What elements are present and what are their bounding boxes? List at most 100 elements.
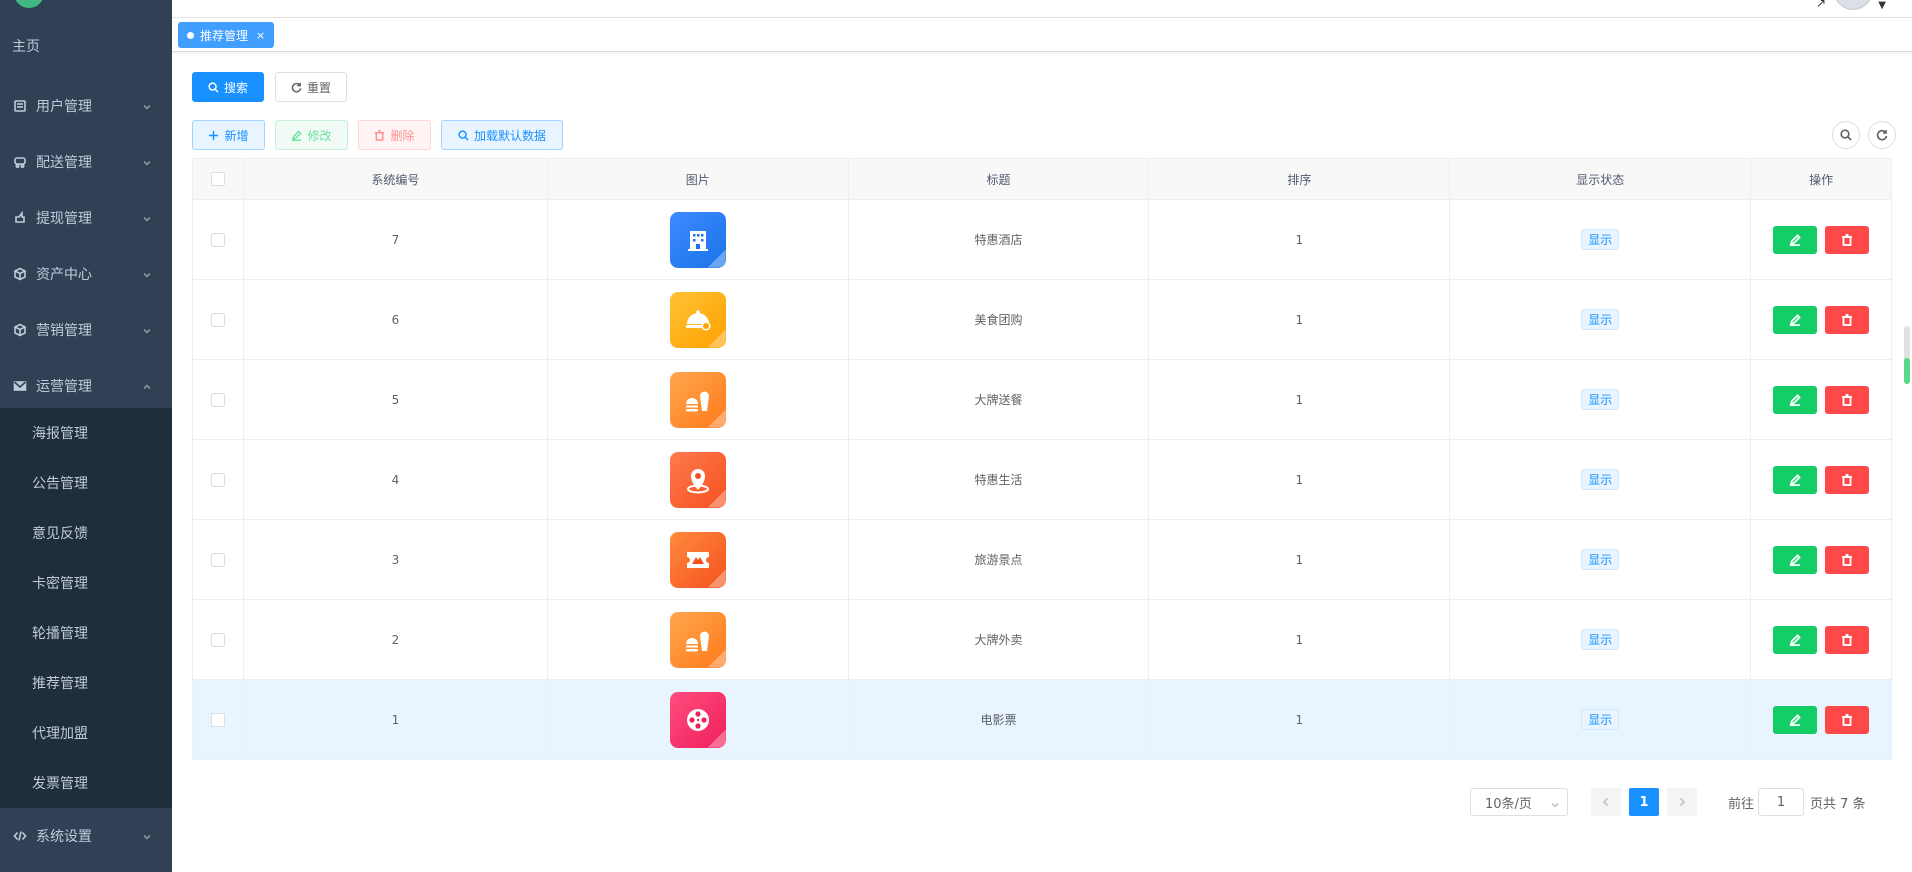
title-cell: 特惠生活 bbox=[848, 440, 1150, 520]
close-icon[interactable]: × bbox=[256, 29, 265, 42]
sidebar-item-label: 配送管理 bbox=[36, 155, 92, 171]
prev-page-button[interactable] bbox=[1591, 788, 1621, 816]
submenu-item[interactable]: 发票管理 bbox=[0, 758, 172, 808]
sidebar: 主页 用户管理配送管理提现管理 资产中心 营销管理 运营管理系统设置 海报管理 公告管理… bbox=[0, 0, 172, 872]
reset-button[interactable]: 重置 bbox=[275, 72, 347, 102]
refresh-button[interactable] bbox=[1868, 121, 1896, 149]
submenu-item[interactable]: 公告管理 bbox=[0, 458, 172, 508]
id-cell: 7 bbox=[243, 200, 548, 280]
table-row[interactable]: 1 电影票 1 显示 bbox=[193, 680, 1893, 760]
row-checkbox[interactable] bbox=[210, 632, 225, 647]
row-delete-button[interactable] bbox=[1825, 545, 1870, 574]
search-icon bbox=[458, 129, 469, 141]
column-header: 系统编号 bbox=[243, 159, 548, 200]
select-cell bbox=[193, 680, 244, 760]
avatar[interactable] bbox=[1834, 0, 1872, 10]
search-button[interactable]: 搜索 bbox=[192, 72, 264, 102]
tag-recommend[interactable]: 推荐管理 × bbox=[178, 22, 275, 48]
submenu-item[interactable]: 代理加盟 bbox=[0, 708, 172, 758]
navbar: ↗ ▼ bbox=[172, 0, 1912, 18]
scrollbar-thumb[interactable] bbox=[1904, 326, 1910, 384]
row-checkbox[interactable] bbox=[210, 312, 225, 327]
status-badge: 显示 bbox=[1581, 549, 1620, 570]
title-cell: 美食团购 bbox=[848, 280, 1150, 360]
row-edit-button[interactable] bbox=[1773, 705, 1818, 734]
sidebar-item-menu[interactable]: 用户管理 bbox=[0, 78, 172, 134]
ticket-icon bbox=[682, 544, 714, 576]
pencil-icon bbox=[1789, 313, 1801, 326]
goto-page-input[interactable] bbox=[1758, 788, 1804, 816]
row-edit-button[interactable] bbox=[1773, 305, 1818, 334]
operation-cell bbox=[1751, 360, 1893, 440]
row-delete-button[interactable] bbox=[1825, 705, 1870, 734]
sidebar-item-menu[interactable]: 提现管理 bbox=[0, 190, 172, 246]
sidebar-item-menu[interactable]: 配送管理 bbox=[0, 134, 172, 190]
caret-down-icon[interactable]: ▼ bbox=[1878, 0, 1886, 11]
row-checkbox[interactable] bbox=[210, 232, 225, 247]
chevron-down-icon bbox=[142, 156, 152, 166]
row-delete-button[interactable] bbox=[1825, 385, 1870, 414]
sidebar-item-menu[interactable]: 运营管理 bbox=[0, 358, 172, 414]
id-cell: 1 bbox=[243, 680, 548, 760]
image-cell bbox=[547, 440, 849, 520]
row-edit-button[interactable] bbox=[1773, 545, 1818, 574]
row-delete-button[interactable] bbox=[1825, 225, 1870, 254]
operation-cell bbox=[1751, 280, 1893, 360]
image-cell bbox=[547, 280, 849, 360]
row-edit-button[interactable] bbox=[1773, 465, 1818, 494]
row-checkbox[interactable] bbox=[210, 552, 225, 567]
food-cloche-icon bbox=[682, 304, 714, 336]
sidebar-item-menu[interactable]: 资产中心 bbox=[0, 246, 172, 302]
row-delete-button[interactable] bbox=[1825, 465, 1870, 494]
goto-label: 前往 bbox=[1728, 796, 1755, 812]
table-row[interactable]: 7 特惠酒店 1 显示 bbox=[193, 200, 1893, 280]
row-edit-button[interactable] bbox=[1773, 625, 1818, 654]
column-header: 操作 bbox=[1751, 159, 1893, 200]
trash-icon bbox=[375, 129, 385, 141]
table-row[interactable]: 4 特惠生活 1 显示 bbox=[193, 440, 1893, 520]
toggle-search-button[interactable] bbox=[1832, 121, 1860, 149]
edit-button[interactable]: 修改 bbox=[275, 120, 348, 150]
fullscreen-icon[interactable]: ↗ bbox=[1816, 0, 1826, 10]
status-badge: 显示 bbox=[1581, 629, 1620, 650]
pencil-icon bbox=[1789, 633, 1801, 646]
chevron-left-icon bbox=[1602, 797, 1609, 807]
row-checkbox[interactable] bbox=[210, 712, 225, 727]
submenu-item[interactable]: 推荐管理 bbox=[0, 658, 172, 708]
row-delete-button[interactable] bbox=[1825, 305, 1870, 334]
add-button[interactable]: 新增 bbox=[192, 120, 265, 150]
row-delete-button[interactable] bbox=[1825, 625, 1870, 654]
page-number-current[interactable]: 1 bbox=[1629, 788, 1659, 816]
select-all-checkbox[interactable] bbox=[210, 172, 225, 186]
select-cell bbox=[193, 600, 244, 680]
next-page-button[interactable] bbox=[1667, 788, 1697, 816]
submenu-item[interactable]: 轮播管理 bbox=[0, 608, 172, 658]
sidebar-item-menu[interactable]: 系统设置 bbox=[0, 808, 172, 864]
chevron-down-icon bbox=[142, 212, 152, 222]
pencil-icon bbox=[1789, 233, 1801, 246]
sort-cell: 1 bbox=[1149, 680, 1451, 760]
operation-cell bbox=[1751, 520, 1893, 600]
table-row[interactable]: 5 大牌送餐 1 显示 bbox=[193, 360, 1893, 440]
table-row[interactable]: 2 大牌外卖 1 显示 bbox=[193, 600, 1893, 680]
load-default-data-button[interactable]: 加载默认数据 bbox=[441, 120, 563, 150]
page-size-select[interactable]: 10条/页 bbox=[1470, 788, 1568, 816]
select-cell bbox=[193, 520, 244, 600]
submenu-item[interactable]: 意见反馈 bbox=[0, 508, 172, 558]
title-cell: 电影票 bbox=[848, 680, 1150, 760]
table-row[interactable]: 3 旅游景点 1 显示 bbox=[193, 520, 1893, 600]
table-row[interactable]: 6 美食团购 1 显示 bbox=[193, 280, 1893, 360]
row-checkbox[interactable] bbox=[210, 392, 225, 407]
title-cell: 大牌外卖 bbox=[848, 600, 1150, 680]
recommend-image bbox=[669, 291, 726, 348]
row-checkbox[interactable] bbox=[210, 472, 225, 487]
column-header: 图片 bbox=[547, 159, 849, 200]
delete-button[interactable]: 删除 bbox=[358, 120, 431, 150]
row-edit-button[interactable] bbox=[1773, 225, 1818, 254]
sidebar-item-home[interactable]: 主页 bbox=[0, 18, 172, 74]
submenu-item[interactable]: 卡密管理 bbox=[0, 558, 172, 608]
row-edit-button[interactable] bbox=[1773, 385, 1818, 414]
search-icon bbox=[208, 81, 219, 93]
sidebar-item-menu[interactable]: 营销管理 bbox=[0, 302, 172, 358]
submenu-item[interactable]: 海报管理 bbox=[0, 408, 172, 458]
